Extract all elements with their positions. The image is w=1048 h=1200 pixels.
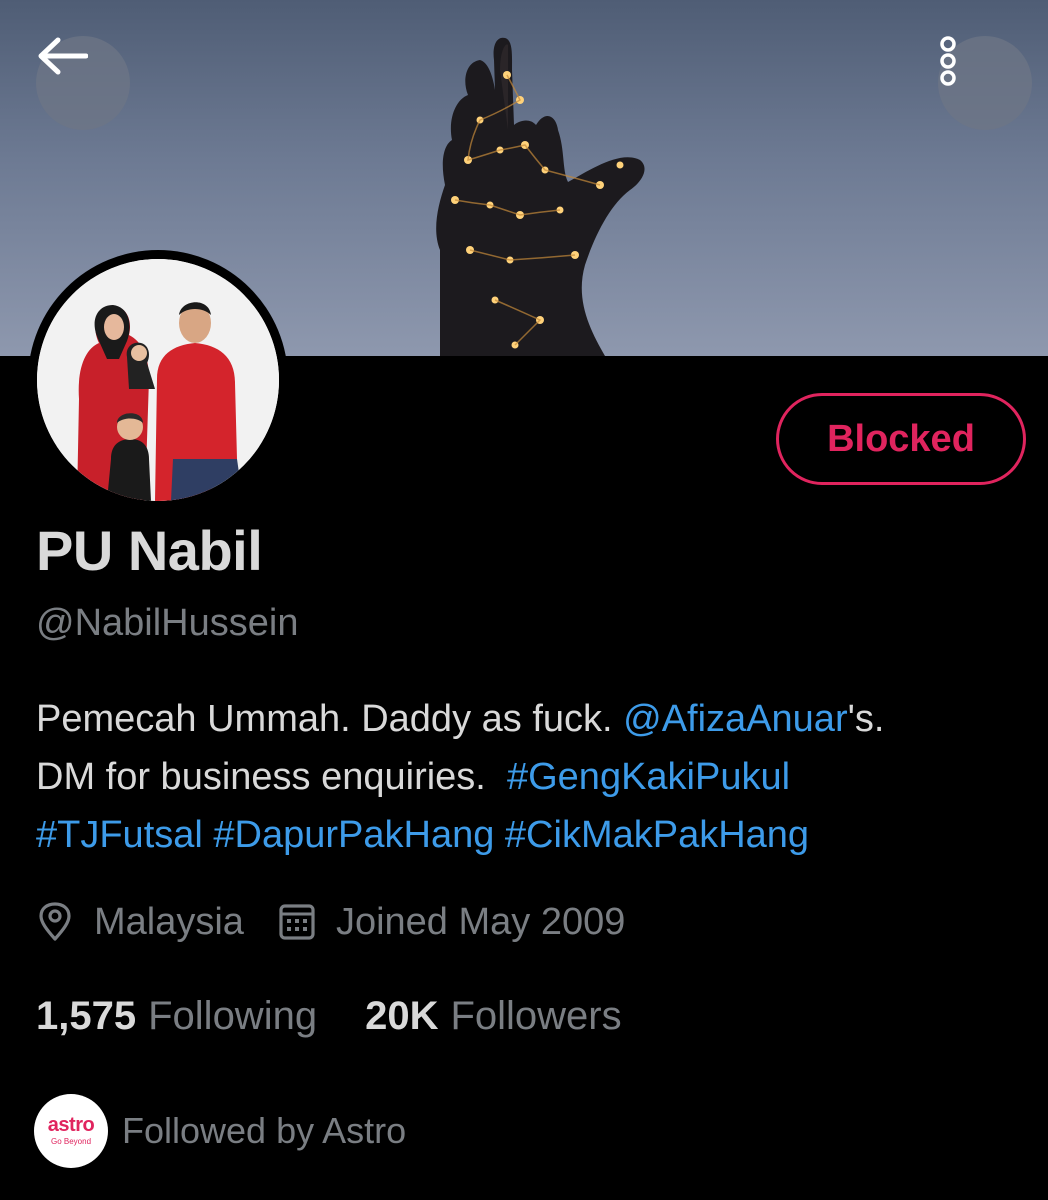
blocked-button[interactable]: Blocked (776, 393, 1026, 485)
bio-hashtag-link[interactable]: #DapurPakHang (213, 814, 494, 856)
profile-bio: Pemecah Ummah. Daddy as fuck. @AfizaAnua… (36, 690, 1026, 864)
joined-text: Joined May 2009 (335, 900, 626, 943)
bio-hashtag-link[interactable]: #CikMakPakHang (505, 814, 809, 856)
profile-handle: @NabilHussein (36, 602, 299, 644)
bio-text: Pemecah Ummah. Daddy as fuck. (36, 698, 624, 740)
profile-page: Blocked PU Nabil @NabilHussein Pemecah U… (0, 0, 1048, 1200)
astro-avatar: astro Go Beyond (34, 1094, 108, 1168)
bio-text: 's. (847, 698, 885, 740)
following-label: Following (148, 993, 318, 1038)
location-item: Malaysia (36, 901, 244, 944)
profile-avatar[interactable] (28, 250, 288, 510)
bio-text: DM for business enquiries. (36, 756, 507, 798)
profile-stats: 1,575 Following 20K Followers (36, 988, 622, 1044)
bio-line-1: Pemecah Ummah. Daddy as fuck. @AfizaAnua… (36, 690, 1026, 748)
astro-logo-text: astro (47, 1114, 95, 1136)
more-options-button[interactable] (938, 36, 1032, 130)
calendar-icon (278, 903, 316, 941)
bio-mention-link[interactable]: @AfizaAnuar (623, 698, 847, 740)
joined-item: Joined May 2009 (278, 901, 625, 944)
following-count: 1,575 (36, 993, 137, 1038)
location-pin-icon (36, 902, 74, 942)
back-button[interactable] (36, 36, 130, 130)
followers-link[interactable]: 20K Followers (365, 994, 622, 1039)
location-text: Malaysia (94, 900, 244, 943)
followed-by-text: Followed by Astro (122, 1110, 407, 1151)
following-link[interactable]: 1,575 Following (36, 994, 317, 1039)
profile-name: PU Nabil (36, 519, 263, 582)
bio-hashtag-link[interactable]: #GengKakiPukul (507, 756, 790, 798)
bio-line-2: DM for business enquiries. #GengKakiPuku… (36, 748, 1026, 806)
followers-count: 20K (365, 993, 439, 1038)
avatar-photo (37, 259, 279, 501)
followers-label: Followers (450, 993, 622, 1038)
bio-line-3: #TJFutsal #DapurPakHang #CikMakPakHang (36, 806, 1026, 864)
bio-hashtag-link[interactable]: #TJFutsal (36, 814, 203, 856)
astro-logo-tagline: Go Beyond (50, 1137, 92, 1146)
profile-meta: Malaysia Joined May 2009 (36, 892, 625, 952)
followed-by-row[interactable]: astro Go Beyond Followed by Astro (34, 1094, 407, 1168)
